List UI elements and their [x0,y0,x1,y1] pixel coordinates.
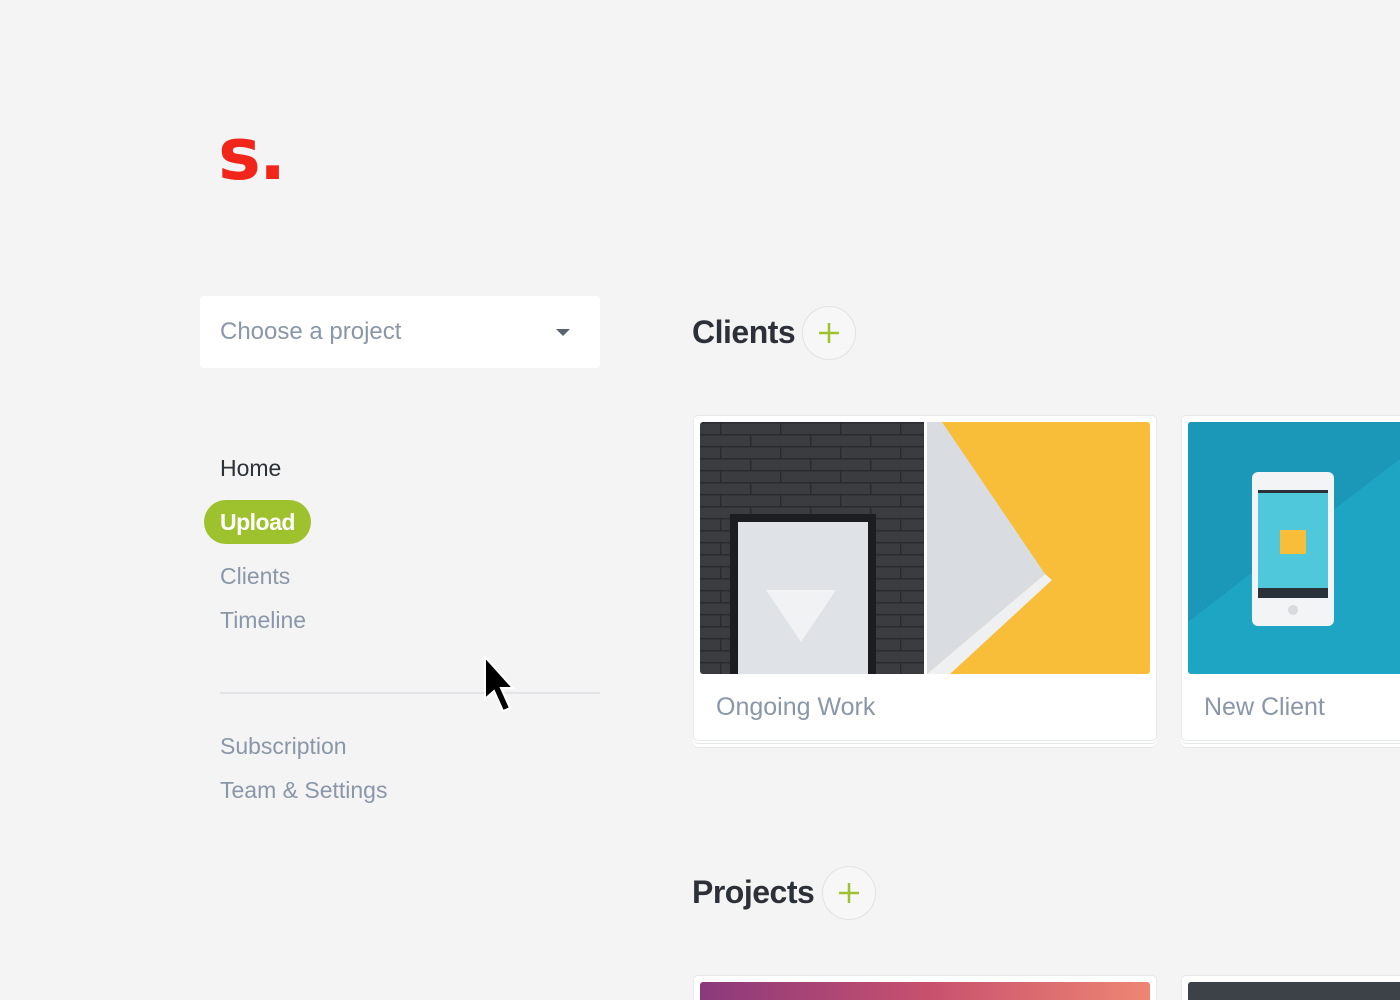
projects-section-title: Projects [692,874,815,910]
project-card-thumbnail [1188,982,1400,1000]
nav-item-clients[interactable]: Clients [220,563,290,590]
plus-icon [839,883,859,903]
add-project-button[interactable] [822,866,876,920]
client-card-ongoing-work[interactable]: Ongoing Work [693,415,1157,741]
mouse-pointer-icon [484,655,516,713]
project-card-thumbnail [700,982,1150,1000]
client-card-thumbnail [700,422,1150,674]
brand-logo[interactable]: s. [218,118,286,190]
project-card[interactable] [1181,975,1400,1000]
nav-item-subscription[interactable]: Subscription [220,733,347,760]
client-card-thumbnail [1188,422,1400,674]
project-select-placeholder: Choose a project [220,318,402,345]
nav-divider [220,692,600,694]
client-card-label: New Client [1204,693,1325,721]
project-select[interactable]: Choose a project [200,296,600,368]
plus-icon [819,323,839,343]
nav-item-home[interactable]: Home [220,455,281,482]
project-card[interactable] [693,975,1157,1000]
client-card-label: Ongoing Work [716,693,876,721]
client-card-new-client[interactable]: New Client [1181,415,1400,741]
caret-down-icon [556,329,570,336]
clients-section-title: Clients [692,314,796,350]
nav-item-timeline[interactable]: Timeline [220,607,306,634]
nav-item-team-settings[interactable]: Team & Settings [220,777,387,804]
nav-item-upload[interactable]: Upload [204,500,311,544]
add-client-button[interactable] [802,306,856,360]
